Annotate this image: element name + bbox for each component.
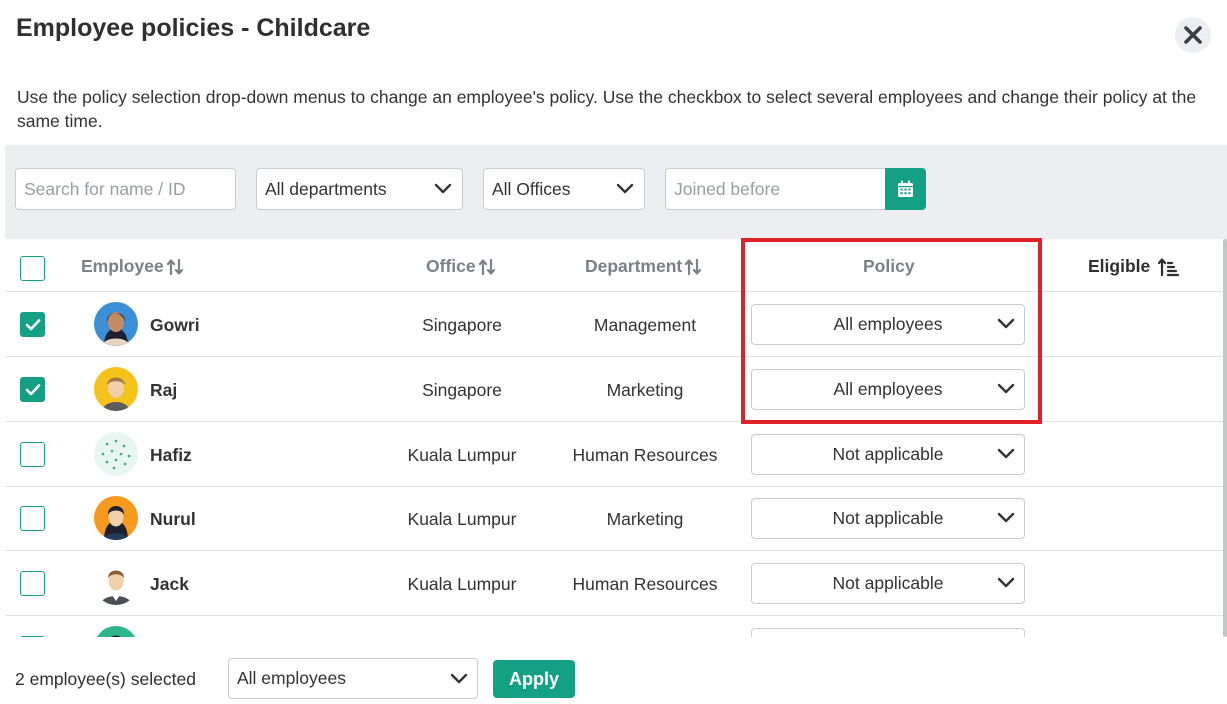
policy-value: All employees <box>833 379 943 399</box>
chevron-down-icon <box>450 673 468 683</box>
employee-name: Gowri <box>150 315 200 335</box>
department-filter-select[interactable]: All departments <box>256 168 463 210</box>
bulk-policy-select[interactable]: All employees <box>228 658 478 699</box>
calendar-icon <box>898 180 913 197</box>
policy-select[interactable]: All employees <box>751 369 1025 410</box>
close-icon <box>1184 26 1202 44</box>
select-all-checkbox[interactable] <box>20 256 45 281</box>
table-row: Jack Kuala Lumpur Human Resources Not ap… <box>5 551 1227 616</box>
employee-name: Raj <box>150 380 178 400</box>
chevron-down-icon <box>997 512 1015 523</box>
sort-icon <box>478 258 495 275</box>
department-cell: Human Resources <box>572 445 718 465</box>
office-header-label: Office <box>426 256 476 276</box>
employee-name: Hafiz <box>150 445 192 465</box>
dialog-footer: 2 employee(s) selected All employees App… <box>0 637 1227 704</box>
row-checkbox[interactable] <box>20 506 45 531</box>
checkmark-icon <box>25 318 40 330</box>
office-filter-select[interactable]: All Offices <box>483 168 645 210</box>
employee-header-label: Employee <box>81 256 164 276</box>
office-cell: Kuala Lumpur <box>407 509 517 529</box>
office-cell: Kuala Lumpur <box>407 574 517 594</box>
table-row-partial <box>5 616 1227 637</box>
department-column-header[interactable]: Department <box>585 256 702 277</box>
table-row: Gowri Singapore Management All employees <box>5 292 1227 357</box>
employee-column-header[interactable]: Employee <box>81 256 184 277</box>
calendar-button[interactable] <box>885 168 926 210</box>
office-cell: Singapore <box>422 315 502 335</box>
row-checkbox[interactable] <box>20 442 45 467</box>
department-cell: Marketing <box>606 380 684 400</box>
eligible-header-label: Eligible <box>1088 256 1151 276</box>
department-cell: Marketing <box>606 509 684 529</box>
avatar <box>94 626 138 637</box>
sort-icon <box>166 258 183 275</box>
close-button[interactable] <box>1175 17 1211 53</box>
policy-value: Not applicable <box>832 508 944 528</box>
avatar <box>94 432 138 476</box>
table-scrollbar[interactable] <box>1223 239 1227 637</box>
office-cell: Kuala Lumpur <box>407 445 517 465</box>
policy-column-header: Policy <box>863 256 915 277</box>
joined-before-input[interactable] <box>665 168 887 210</box>
employee-name: Jack <box>150 574 189 594</box>
employee-name: Nurul <box>150 509 196 529</box>
filter-bar: All departments All Offices <box>5 145 1227 239</box>
apply-button[interactable]: Apply <box>493 660 575 698</box>
policy-select[interactable]: Not applicable <box>751 498 1025 539</box>
policy-value: Not applicable <box>832 444 944 464</box>
row-checkbox[interactable] <box>20 312 45 337</box>
row-checkbox[interactable] <box>20 377 45 402</box>
chevron-down-icon <box>997 318 1015 329</box>
avatar <box>94 496 138 540</box>
dialog-title: Employee policies - Childcare <box>16 14 371 42</box>
table-row: Raj Singapore Marketing All employees <box>5 357 1227 422</box>
office-filter-value: All Offices <box>492 178 571 199</box>
avatar <box>94 302 138 346</box>
chevron-down-icon <box>997 448 1015 459</box>
table-row: Nurul Kuala Lumpur Marketing Not applica… <box>5 486 1227 551</box>
policy-select[interactable]: Not applicable <box>751 434 1025 475</box>
policy-header-label: Policy <box>863 256 915 276</box>
table-header: Employee Office Department Policy Eligib… <box>5 239 1227 292</box>
policy-value: Not applicable <box>832 573 944 593</box>
bulk-policy-value: All employees <box>237 668 346 688</box>
policy-value: All employees <box>833 314 943 334</box>
department-filter-value: All departments <box>265 178 387 199</box>
avatar <box>94 561 138 605</box>
chevron-down-icon <box>616 183 634 194</box>
chevron-down-icon <box>434 183 452 194</box>
table-row: Hafiz Kuala Lumpur Human Resources Not a… <box>5 422 1227 487</box>
selected-count-text: 2 employee(s) selected <box>15 669 196 689</box>
policy-select[interactable]: All employees <box>751 304 1025 345</box>
eligible-column-header[interactable]: Eligible <box>1088 256 1180 277</box>
policy-select[interactable] <box>751 628 1025 637</box>
row-checkbox[interactable] <box>20 571 45 596</box>
chevron-down-icon <box>997 383 1015 394</box>
sort-icon <box>685 258 702 275</box>
checkmark-icon <box>25 383 40 395</box>
policy-select[interactable]: Not applicable <box>751 563 1025 604</box>
chevron-down-icon <box>997 577 1015 588</box>
search-input[interactable] <box>15 168 236 210</box>
department-cell: Management <box>593 315 697 335</box>
department-cell: Human Resources <box>572 574 718 594</box>
office-cell: Singapore <box>422 380 502 400</box>
dialog-description: Use the policy selection drop-down menus… <box>17 87 1197 131</box>
office-column-header[interactable]: Office <box>426 256 496 277</box>
department-header-label: Department <box>585 256 683 276</box>
avatar <box>94 367 138 411</box>
sort-ascending-icon <box>1158 257 1180 276</box>
